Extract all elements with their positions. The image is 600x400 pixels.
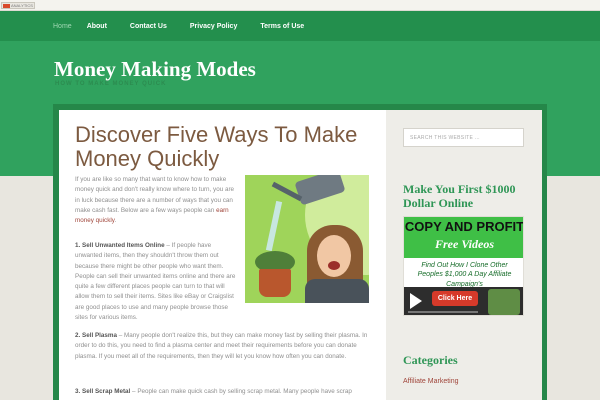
- badge-logo-icon: [3, 4, 10, 8]
- widget-title-first-1000: Make You First $1000 Dollar Online: [403, 182, 516, 210]
- section-3-paragraph: 3. Sell Scrap Metal – People can make qu…: [75, 387, 375, 399]
- nav-contact-us[interactable]: Contact Us: [130, 23, 167, 30]
- section-3-text: – People can make quick cash by selling …: [130, 388, 352, 395]
- widget-title-categories: Categories: [403, 353, 458, 367]
- site-tagline: HOW TO MAKE MONEY QUICK: [55, 81, 167, 87]
- search-input[interactable]: SEARCH THIS WEBSITE ...: [403, 128, 524, 147]
- intro-paragraph: If you are like so many that want to kno…: [75, 175, 238, 237]
- woman-mouth: [328, 261, 340, 270]
- main-content: Discover Five Ways To Make Money Quickly…: [59, 110, 386, 400]
- section-1-text: – If people have unwanted items, then th…: [75, 242, 236, 322]
- intro-end: .: [114, 217, 117, 225]
- analytics-badge[interactable]: ANALYTICS: [1, 2, 35, 9]
- main-nav: Home About Contact Us Privacy Policy Ter…: [53, 11, 327, 41]
- section-1-heading: 1. Sell Unwanted Items Online: [75, 242, 165, 249]
- section-3-heading: 3. Sell Scrap Metal: [75, 388, 131, 395]
- ad-click-here-button[interactable]: Click Here: [432, 291, 478, 306]
- affiliate-ad-banner[interactable]: COPY AND PROFIT Free Videos Find Out How…: [403, 216, 524, 316]
- section-2-heading: 2. Sell Plasma: [75, 332, 118, 339]
- cash-stack-icon: [488, 289, 520, 315]
- section-1-paragraph: 1. Sell Unwanted Items Online – If peopl…: [75, 241, 238, 335]
- nav-about[interactable]: About: [87, 23, 107, 30]
- woman-shirt: [305, 279, 369, 303]
- section-2-paragraph: 2. Sell Plasma – Many people don't reali…: [75, 331, 375, 373]
- site-title[interactable]: Money Making Modes: [54, 57, 256, 82]
- sidebar: SEARCH THIS WEBSITE ... Make You First $…: [386, 110, 542, 400]
- ad-description: Find Out How I Clone Other Peoples $1,00…: [417, 262, 512, 288]
- badge-label: ANALYTICS: [11, 3, 33, 8]
- woman-face: [317, 235, 351, 277]
- nav-bar: Home About Contact Us Privacy Policy Ter…: [0, 11, 600, 41]
- video-progress-bar[interactable]: [408, 311, 478, 313]
- ad-subheadline: Free Videos: [435, 237, 494, 251]
- flower-pot-icon: [259, 269, 291, 297]
- intro-text: If you are like so many that want to kno…: [75, 176, 235, 214]
- nav-home[interactable]: Home: [53, 23, 72, 30]
- category-link-affiliate-marketing[interactable]: Affiliate Marketing: [403, 378, 459, 385]
- nav-privacy-policy[interactable]: Privacy Policy: [190, 23, 237, 30]
- section-2-text: – Many people don't realize this, but th…: [75, 332, 368, 360]
- ad-video-player[interactable]: Click Here: [404, 287, 523, 315]
- post-image: [245, 175, 369, 303]
- top-strip: ANALYTICS: [0, 0, 600, 11]
- post-title: Discover Five Ways To Make Money Quickly: [75, 122, 358, 171]
- ad-headline: COPY AND PROFIT: [404, 219, 524, 234]
- nav-terms-of-use[interactable]: Terms of Use: [260, 23, 304, 30]
- play-icon[interactable]: [410, 293, 422, 309]
